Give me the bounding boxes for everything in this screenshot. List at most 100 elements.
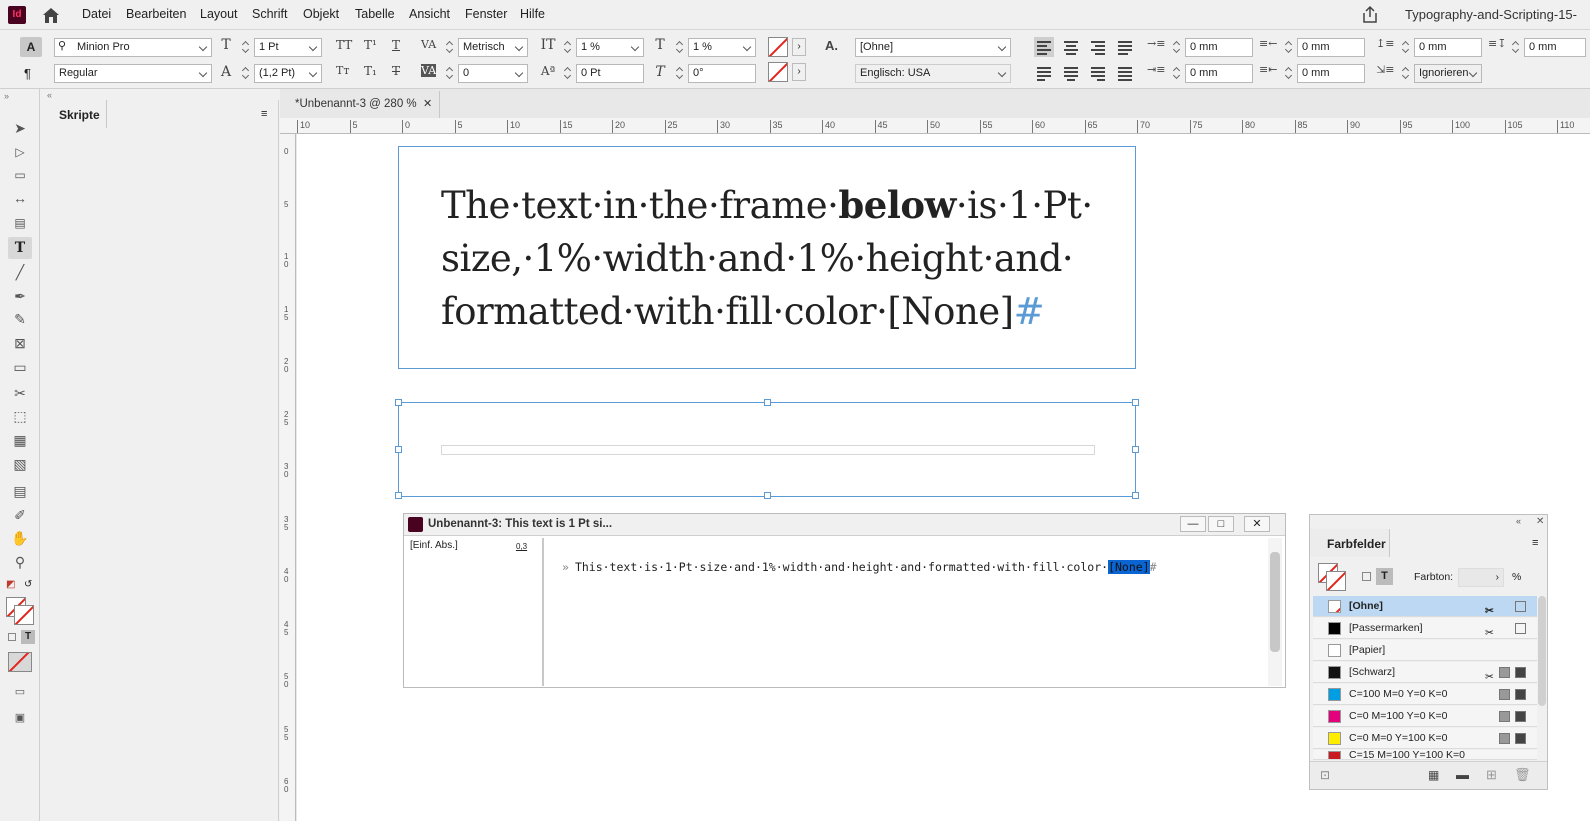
- story-editor-titlebar[interactable]: Unbenannt-3: This text is 1 Pt si... — □…: [404, 514, 1285, 536]
- show-all-icon[interactable]: ⊡: [1320, 768, 1330, 782]
- font-size-field[interactable]: 1 Pt: [254, 38, 322, 57]
- scrollbar-thumb[interactable]: [1270, 552, 1280, 652]
- swatch-row[interactable]: C=0 M=100 Y=0 K=0: [1313, 706, 1537, 727]
- frame-handle[interactable]: [764, 399, 771, 406]
- right-indent-field[interactable]: 0 mm: [1297, 38, 1365, 57]
- vertical-scale-field[interactable]: 1 %: [576, 38, 644, 57]
- baseline-shift-field[interactable]: 0 Pt: [576, 64, 644, 83]
- space-after-stepper[interactable]: [1510, 38, 1522, 57]
- frame-handle[interactable]: [1132, 492, 1139, 499]
- font-family-select[interactable]: Minion Pro: [54, 38, 212, 57]
- vertical-scrollbar[interactable]: [1268, 538, 1282, 686]
- collapse-icon[interactable]: »: [4, 91, 9, 101]
- space-before-stepper[interactable]: [1400, 38, 1412, 57]
- menu-ansicht[interactable]: Ansicht: [409, 7, 450, 21]
- frame-handle[interactable]: [1132, 446, 1139, 453]
- tracking-stepper[interactable]: [444, 64, 456, 83]
- leading-field[interactable]: (1,2 Pt): [254, 64, 322, 83]
- hand-tool-icon[interactable]: ✋: [8, 527, 32, 549]
- formatting-container-icon[interactable]: [1362, 572, 1371, 581]
- character-style-select[interactable]: [Ohne]: [855, 38, 1011, 57]
- type-tool-icon[interactable]: T: [8, 237, 32, 259]
- stroke-dropdown-arrow[interactable]: ›: [792, 63, 806, 81]
- stroke-swatch-icon[interactable]: [14, 605, 34, 625]
- font-style-select[interactable]: Regular: [54, 64, 212, 83]
- text-frame-top[interactable]: The·text·in·the·frame·below·is·1·Pt· siz…: [398, 146, 1136, 369]
- all-caps-icon[interactable]: TT: [336, 38, 352, 52]
- stroke-none-swatch[interactable]: [768, 62, 788, 82]
- document-tab[interactable]: *Unbenannt-3 @ 280 % ✕: [280, 91, 440, 118]
- skew-stepper[interactable]: [674, 64, 686, 83]
- justify-right-button[interactable]: [1088, 63, 1108, 83]
- apply-none-icon[interactable]: [8, 652, 32, 672]
- kerning-field[interactable]: Metrisch: [458, 38, 528, 57]
- align-towards-spine-button[interactable]: [1115, 37, 1135, 57]
- first-line-indent-stepper[interactable]: [1171, 64, 1183, 83]
- content-collector-icon[interactable]: ▤: [8, 212, 32, 234]
- close-panel-icon[interactable]: ✕: [1536, 516, 1544, 527]
- eyedropper-tool-icon[interactable]: ✐: [8, 504, 32, 526]
- kerning-stepper[interactable]: [444, 38, 456, 57]
- subscript-icon[interactable]: T₁: [364, 64, 377, 78]
- close-tab-icon[interactable]: ✕: [423, 97, 432, 110]
- menu-bearbeiten[interactable]: Bearbeiten: [126, 7, 186, 21]
- space-after-field[interactable]: 0 mm: [1524, 38, 1586, 57]
- paragraph-mode-icon[interactable]: ¶: [24, 66, 31, 81]
- last-line-indent-field[interactable]: 0 mm: [1297, 64, 1365, 83]
- selection-tool-icon[interactable]: ➤: [8, 117, 32, 139]
- swatch-row[interactable]: [Ohne] ✂: [1313, 596, 1537, 617]
- new-swatch-icon[interactable]: ⊞: [1486, 767, 1497, 783]
- gradient-feather-tool-icon[interactable]: ▧: [8, 453, 32, 475]
- left-indent-stepper[interactable]: [1171, 38, 1183, 57]
- strikethrough-icon[interactable]: T: [392, 64, 400, 78]
- menu-hilfe[interactable]: Hilfe: [520, 7, 545, 21]
- collapse-panel-icon[interactable]: «: [47, 90, 52, 100]
- preview-mode-icon[interactable]: ▣: [8, 707, 32, 729]
- character-mode-icon[interactable]: A: [20, 37, 42, 57]
- baseline-shift-stepper[interactable]: [562, 64, 574, 83]
- formatting-text-icon[interactable]: T: [21, 630, 35, 644]
- underline-icon[interactable]: T: [392, 38, 400, 52]
- swatch-row[interactable]: [Schwarz] ✂: [1313, 662, 1537, 683]
- swatch-row[interactable]: C=15 M=100 Y=100 K=0: [1313, 750, 1537, 760]
- tracking-field[interactable]: 0: [458, 64, 528, 83]
- page-tool-icon[interactable]: ▭: [8, 164, 32, 186]
- horizontal-scale-field[interactable]: 1 %: [688, 38, 756, 57]
- rectangle-tool-icon[interactable]: ▭: [8, 356, 32, 378]
- horizontal-scale-stepper[interactable]: [674, 38, 686, 57]
- right-indent-stepper[interactable]: [1283, 38, 1295, 57]
- language-select[interactable]: Englisch: USA: [855, 64, 1011, 83]
- grid-align-select[interactable]: Ignorieren: [1414, 64, 1482, 83]
- align-center-button[interactable]: [1061, 37, 1081, 57]
- justify-left-button[interactable]: [1034, 63, 1054, 83]
- minimize-button[interactable]: —: [1180, 516, 1206, 532]
- small-caps-icon[interactable]: Tт: [336, 64, 349, 77]
- space-before-field[interactable]: 0 mm: [1414, 38, 1482, 57]
- justify-center-button[interactable]: [1061, 63, 1081, 83]
- frame-handle[interactable]: [1132, 399, 1139, 406]
- pen-tool-icon[interactable]: ✒: [8, 285, 32, 307]
- zoom-tool-icon[interactable]: ⚲: [8, 551, 32, 573]
- swap-colors-icon[interactable]: ↺: [24, 579, 32, 590]
- note-tool-icon[interactable]: ▤: [8, 480, 32, 502]
- collapse-panel-icon[interactable]: «: [1516, 516, 1521, 526]
- swatch-group-icon[interactable]: ▦: [1428, 768, 1439, 782]
- rectangle-frame-tool-icon[interactable]: ⊠: [8, 332, 32, 354]
- last-line-indent-stepper[interactable]: [1283, 64, 1295, 83]
- swatch-row[interactable]: C=100 M=0 Y=0 K=0: [1313, 684, 1537, 705]
- close-button[interactable]: ✕: [1244, 516, 1270, 532]
- left-indent-field[interactable]: 0 mm: [1185, 38, 1253, 57]
- swatches-tab[interactable]: Farbfelder: [1310, 529, 1390, 557]
- menu-tabelle[interactable]: Tabelle: [355, 7, 395, 21]
- scripts-tab[interactable]: Skripte: [41, 100, 107, 128]
- panel-menu-icon[interactable]: ≡: [1532, 537, 1538, 549]
- folder-icon[interactable]: ▬: [1456, 767, 1469, 782]
- swatch-row[interactable]: [Passermarken] ✂: [1313, 618, 1537, 639]
- menu-datei[interactable]: Datei: [82, 7, 111, 21]
- pencil-tool-icon[interactable]: ✎: [8, 308, 32, 330]
- share-icon[interactable]: [1360, 5, 1380, 25]
- frame-handle[interactable]: [764, 492, 771, 499]
- leading-stepper[interactable]: [240, 64, 252, 83]
- line-tool-icon[interactable]: ╱: [8, 261, 32, 283]
- swatch-row[interactable]: [Papier]: [1313, 640, 1537, 661]
